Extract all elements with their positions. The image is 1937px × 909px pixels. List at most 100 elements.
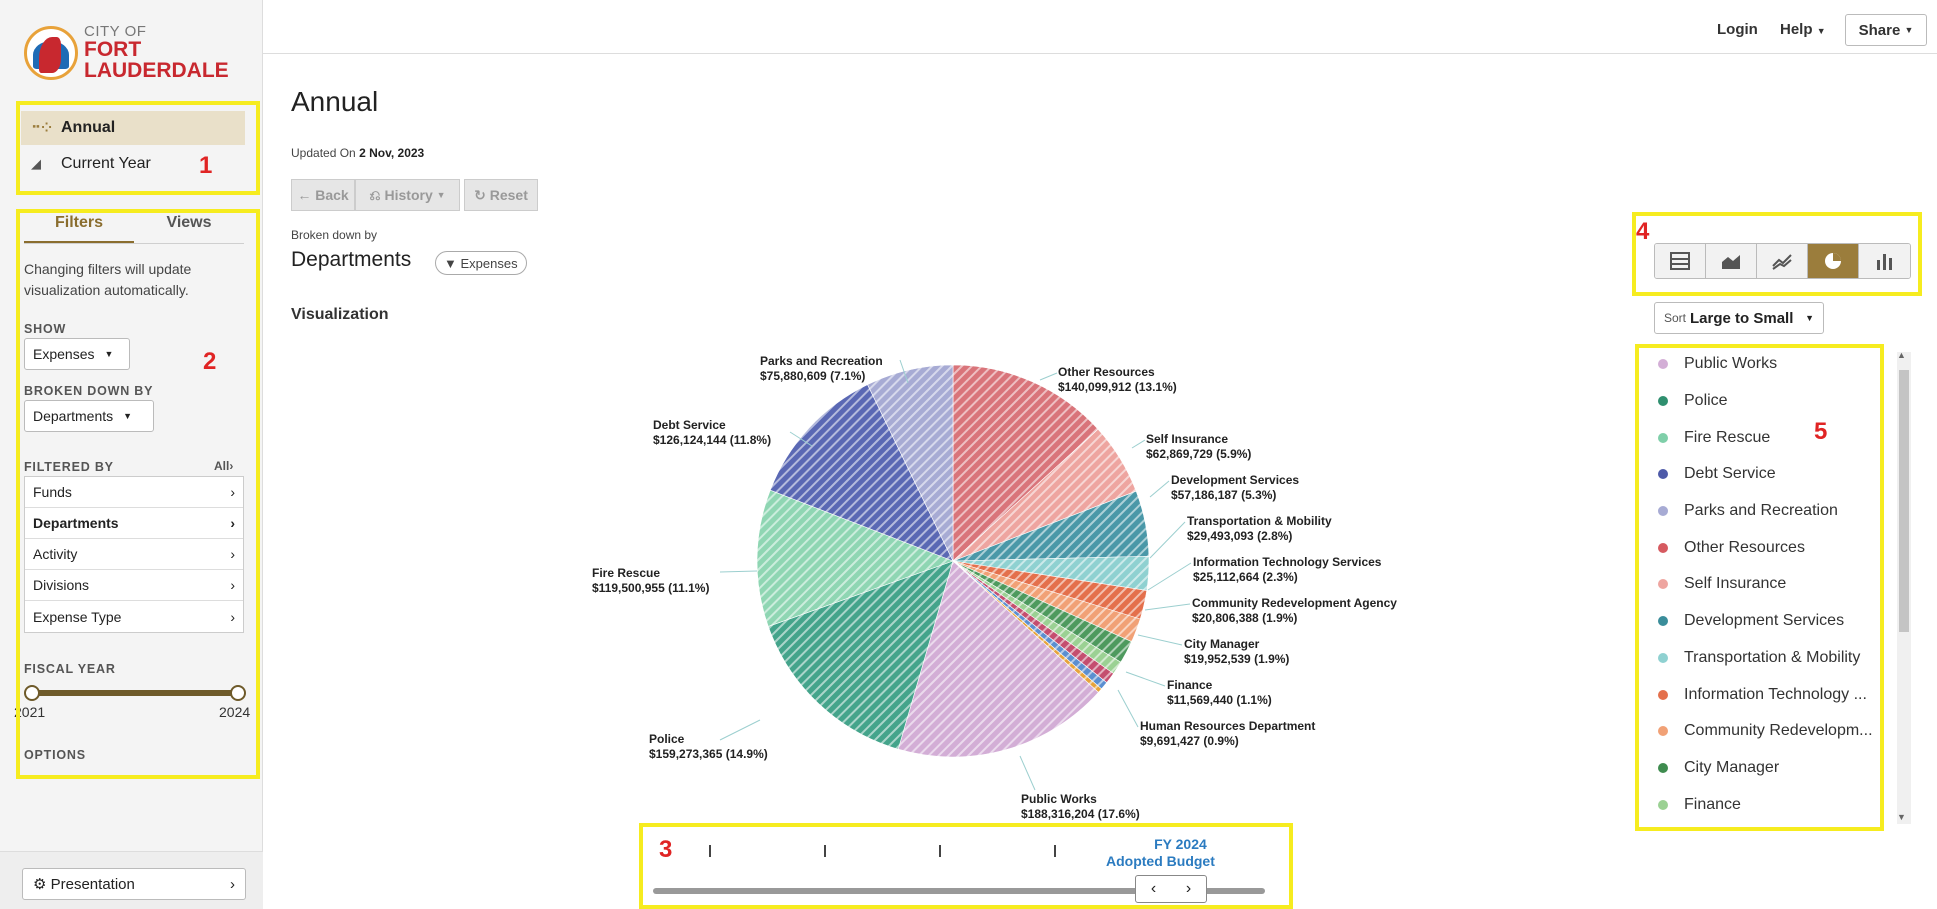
pie-data-label: Self Insurance $62,869,729 (5.9%)	[1146, 432, 1251, 462]
pie-data-label: Parks and Recreation $75,880,609 (7.1%)	[760, 354, 883, 384]
pie-label-amount: $62,869,729 (5.9%)	[1146, 447, 1252, 461]
legend-item[interactable]: City Manager	[1648, 750, 1878, 787]
pie-label-name: Other Resources	[1058, 365, 1155, 379]
pie-label-name: Public Works	[1021, 792, 1097, 806]
legend-color-dot	[1658, 799, 1668, 810]
pie-leader-line	[719, 570, 758, 573]
legend-label: Community Redevelopm...	[1684, 722, 1873, 740]
pie-leader-line	[1125, 671, 1166, 687]
table-chart-icon	[1670, 252, 1690, 270]
pie-label-amount: $188,316,204 (17.6%)	[1021, 807, 1140, 821]
pie-data-label: Transportation & Mobility $29,493,093 (2.…	[1187, 514, 1332, 544]
area-chart-icon	[1722, 255, 1740, 269]
pie-label-name: Debt Service	[653, 418, 726, 432]
pie-label-name: Development Services	[1171, 473, 1300, 487]
pie-label-amount: $119,500,955 (11.1%)	[592, 581, 710, 595]
legend-item[interactable]: Fire Rescue	[1648, 419, 1878, 456]
pie-label-amount: $29,493,093 (2.8%)	[1187, 529, 1293, 543]
pie-data-label: Fire Rescue $119,500,955 (11.1%)	[592, 566, 709, 596]
legend-label: Public Works	[1684, 355, 1778, 373]
legend-item[interactable]: Information Technology ...	[1648, 676, 1878, 713]
scroll-up-icon[interactable]: ▲	[1897, 350, 1906, 360]
legend-color-dot	[1658, 396, 1668, 407]
legend-label: Other Resources	[1684, 538, 1805, 556]
pie-leader-line	[1149, 480, 1170, 498]
sort-select[interactable]: Sort Large to Small ▼	[1654, 302, 1824, 334]
pie-label-amount: $11,569,440 (1.1%)	[1167, 693, 1272, 707]
area-chart-button[interactable]	[1706, 244, 1757, 278]
legend-item[interactable]: Police	[1648, 383, 1878, 420]
timeline-fy: FY 2024	[1154, 836, 1207, 852]
pie-label-name: Police	[649, 732, 685, 746]
legend-color-dot	[1658, 726, 1668, 737]
pie-data-label: Finance $11,569,440 (1.1%)	[1167, 678, 1272, 708]
pie-data-label: Human Resources Department $9,691,427 (0.…	[1140, 719, 1315, 749]
pie-leader-line	[1147, 562, 1192, 591]
pie-label-name: Community Redevelopment Agency	[1192, 596, 1397, 610]
legend-item[interactable]: Self Insurance	[1648, 566, 1878, 603]
legend-label: Parks and Recreation	[1684, 502, 1838, 520]
pie-chart-button[interactable]	[1808, 244, 1859, 278]
legend-item[interactable]: Transportation & Mobility	[1648, 640, 1878, 677]
legend-color-dot	[1658, 359, 1668, 370]
pie-leader-line	[1039, 372, 1058, 381]
legend-label: Development Services	[1684, 612, 1845, 630]
legend-label: Police	[1684, 392, 1728, 410]
legend-label: Self Insurance	[1684, 575, 1787, 593]
pie-label-name: Self Insurance	[1146, 432, 1229, 446]
legend-item[interactable]: Finance	[1648, 786, 1878, 823]
legend-color-dot	[1658, 542, 1668, 553]
pie-leader-line	[1117, 689, 1139, 728]
pie-label-name: Finance	[1167, 678, 1213, 692]
pie-label-amount: $25,112,664 (2.3%)	[1193, 570, 1298, 584]
pie-data-label: Public Works $188,316,204 (17.6%)	[1021, 792, 1140, 822]
legend-item[interactable]: Other Resources	[1648, 529, 1878, 566]
bar-chart-button[interactable]	[1859, 244, 1910, 278]
pie-label-name: Fire Rescue	[592, 566, 661, 580]
pie-leader-line	[1144, 603, 1191, 611]
legend-label: Information Technology ...	[1684, 685, 1867, 703]
pie-label-amount: $9,691,427 (0.9%)	[1140, 734, 1239, 748]
table-chart-button[interactable]	[1655, 244, 1706, 278]
pie-data-label: Community Redevelopment Agency $20,806,38…	[1192, 596, 1397, 626]
pie-label-name: City Manager	[1184, 637, 1260, 651]
pie-label-amount: $19,952,539 (1.9%)	[1184, 652, 1290, 666]
legend-scroll-thumb[interactable]	[1899, 370, 1909, 632]
timeline-navigator[interactable]: ‹ ›	[1135, 875, 1207, 903]
legend-color-dot	[1658, 432, 1668, 443]
line-chart-button[interactable]	[1757, 244, 1808, 278]
pie-leader-line	[1137, 634, 1183, 646]
legend-color-dot	[1658, 762, 1668, 773]
legend-list: Public Works Police Fire Rescue Debt Servic…	[1648, 346, 1878, 824]
timeline-tick	[939, 845, 941, 857]
legend-item[interactable]: Public Works	[1648, 346, 1878, 383]
legend-label: Finance	[1684, 795, 1741, 813]
pie-leader-line	[1149, 521, 1186, 559]
timeline-fiscal-label: FY 2024 Adopted Budget	[1106, 836, 1215, 870]
line-chart-icon	[1772, 254, 1792, 270]
chevron-left-icon[interactable]: ‹	[1151, 880, 1156, 898]
legend-item[interactable]: Development Services	[1648, 603, 1878, 640]
sort-value: Large to Small	[1690, 309, 1794, 327]
timeline-tick	[709, 845, 711, 857]
pie-leader-line	[1131, 439, 1146, 449]
timeline-budget: Adopted Budget	[1106, 853, 1215, 869]
legend-color-dot	[1658, 506, 1668, 517]
legend-item[interactable]: Debt Service	[1648, 456, 1878, 493]
legend-item[interactable]: Community Redevelopm...	[1648, 713, 1878, 750]
pie-data-label: Development Services $57,186,187 (5.3%)	[1171, 473, 1299, 503]
chevron-right-icon[interactable]: ›	[1186, 880, 1191, 898]
pie-chart	[719, 359, 1192, 791]
pie-data-label: Police $159,273,365 (14.9%)	[649, 732, 768, 762]
app-root: CITY OF FORT LAUDERDALE ⠒⁘ Annual ◢ Curr…	[0, 0, 1937, 909]
pie-data-label: City Manager $19,952,539 (1.9%)	[1184, 637, 1289, 667]
pie-label-amount: $140,099,912 (13.1%)	[1058, 380, 1177, 394]
pie-label-name: Transportation & Mobility	[1187, 514, 1332, 528]
legend-color-dot	[1658, 689, 1668, 700]
bar-chart-icon	[1876, 254, 1892, 270]
legend-label: City Manager	[1684, 758, 1780, 776]
legend-item[interactable]: Parks and Recreation	[1648, 493, 1878, 530]
pie-label-amount: $126,124,144 (11.8%)	[653, 433, 772, 447]
legend-color-dot	[1658, 469, 1668, 480]
scroll-down-icon[interactable]: ▼	[1897, 812, 1906, 822]
